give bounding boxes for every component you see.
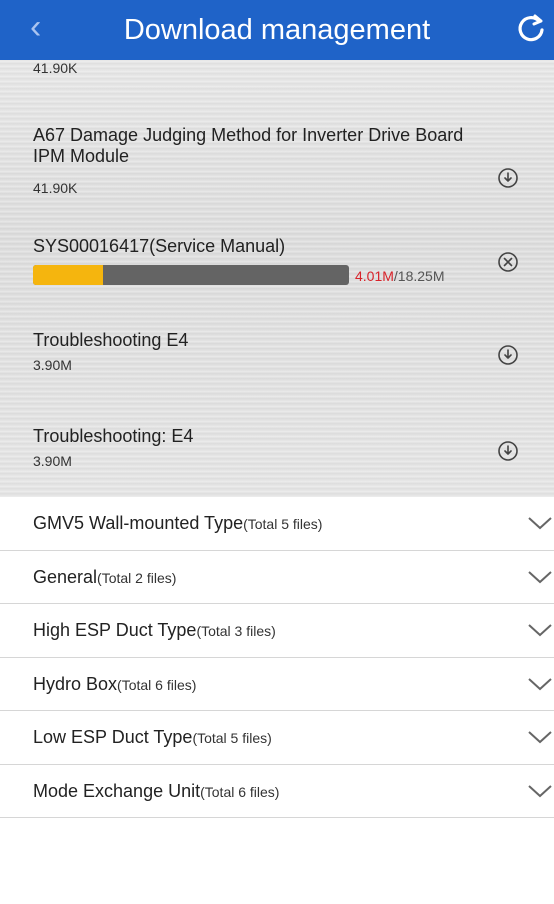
category-name: Hydro Box bbox=[33, 673, 118, 694]
file-name: SYS00016417(Service Manual) bbox=[33, 236, 286, 256]
chevron-down-icon[interactable] bbox=[527, 622, 553, 638]
file-size: 3.90M bbox=[33, 453, 72, 469]
category-count: (Total 3 files) bbox=[196, 623, 276, 639]
category-row[interactable]: General(Total 2 files) bbox=[0, 551, 554, 604]
category-row[interactable]: GMV5 Wall-mounted Type(Total 5 files) bbox=[0, 497, 554, 551]
file-size: 3.90M bbox=[33, 357, 72, 373]
progress-done: 4.01M bbox=[355, 268, 394, 284]
download-icon[interactable] bbox=[497, 344, 519, 366]
category-row[interactable]: High ESP Duct Type(Total 3 files) bbox=[0, 604, 554, 658]
category-row[interactable]: Mode Exchange Unit(Total 6 files) bbox=[0, 765, 554, 818]
file-name: A67 Damage Judging Method for Inverter D… bbox=[33, 125, 464, 166]
title-bar: ‹ Download management bbox=[0, 0, 554, 60]
category-count: (Total 5 files) bbox=[243, 516, 323, 532]
category-name: GMV5 Wall-mounted Type bbox=[33, 513, 244, 533]
chevron-down-icon[interactable] bbox=[527, 515, 553, 531]
category-count: (Total 5 files) bbox=[192, 730, 272, 746]
download-list: 41.90K A67 Damage Judging Method for Inv… bbox=[0, 60, 554, 497]
download-icon[interactable] bbox=[497, 440, 519, 462]
refresh-icon[interactable] bbox=[512, 10, 550, 48]
category-name: General bbox=[33, 566, 98, 587]
category-name: High ESP Duct Type bbox=[33, 620, 197, 640]
progress-fill bbox=[33, 265, 103, 285]
category-count: (Total 6 files) bbox=[117, 676, 197, 693]
download-progress-bar bbox=[33, 265, 349, 285]
page-title: Download management bbox=[123, 14, 431, 46]
category-row[interactable]: Low ESP Duct Type(Total 5 files) bbox=[0, 711, 554, 765]
file-name: Troubleshooting: E4 bbox=[33, 426, 194, 446]
chevron-down-icon[interactable] bbox=[527, 676, 553, 692]
category-count: (Total 2 files) bbox=[97, 569, 177, 586]
chevron-down-icon[interactable] bbox=[527, 729, 553, 745]
file-name: Troubleshooting E4 bbox=[33, 330, 189, 350]
file-size: 41.90K bbox=[33, 180, 78, 196]
category-count: (Total 6 files) bbox=[200, 783, 280, 800]
progress-total: /18.25M bbox=[393, 268, 445, 284]
chevron-down-icon[interactable] bbox=[527, 783, 553, 799]
cancel-icon[interactable] bbox=[497, 251, 519, 273]
chevron-down-icon[interactable] bbox=[527, 569, 553, 585]
category-name: Mode Exchange Unit bbox=[33, 780, 201, 801]
partial-item-size: 41.90K bbox=[33, 60, 78, 76]
category-name: Low ESP Duct Type bbox=[33, 727, 193, 747]
category-list: GMV5 Wall-mounted Type(Total 5 files) Ge… bbox=[0, 497, 554, 818]
download-icon[interactable] bbox=[497, 167, 519, 189]
category-row[interactable]: Hydro Box(Total 6 files) bbox=[0, 658, 554, 711]
progress-text: 4.01M/18.25M bbox=[355, 268, 445, 284]
